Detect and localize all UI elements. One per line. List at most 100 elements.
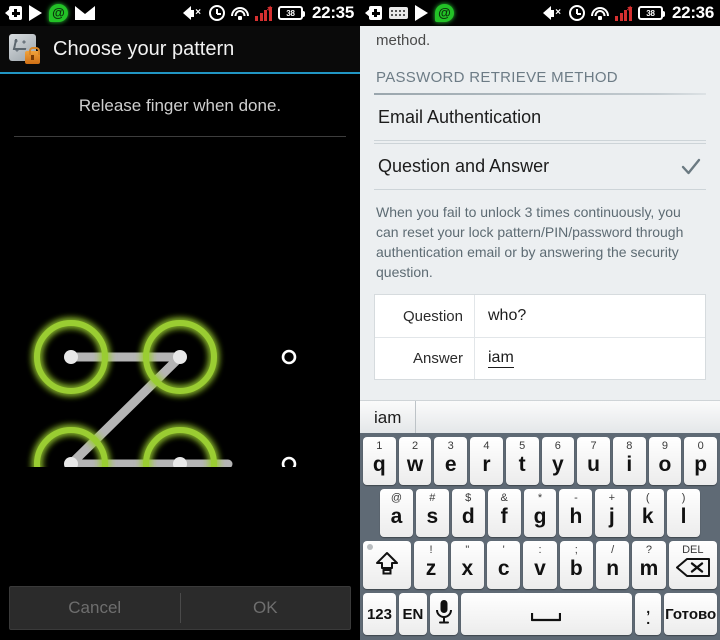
table-row[interactable]: Question who? bbox=[375, 295, 705, 337]
option-label: Question and Answer bbox=[378, 156, 550, 176]
key-alt-label: 1 bbox=[376, 440, 383, 452]
key-main-label: EN bbox=[402, 605, 424, 623]
key-i[interactable]: 8i bbox=[612, 437, 646, 485]
microphone-key[interactable] bbox=[429, 593, 458, 635]
key-main-label: p bbox=[694, 452, 708, 476]
period-label: . bbox=[646, 611, 651, 627]
key-l[interactable]: ) l bbox=[667, 489, 701, 537]
cancel-button[interactable]: Cancel bbox=[10, 587, 180, 629]
key-main-label: x bbox=[461, 556, 474, 580]
key-main-label: t bbox=[518, 452, 526, 476]
keyboard-row-3: ! z " x ' c :v ; b / n ? m DEL bbox=[363, 541, 717, 589]
pattern-lock-screen: × ✱ 38 22:35 Choose your pattern Release… bbox=[0, 0, 360, 640]
key-p[interactable]: 0p bbox=[684, 437, 718, 485]
key-main-label: v bbox=[534, 556, 546, 580]
key-main-label: f bbox=[500, 504, 508, 528]
question-answer-table: Question who? Answer iam bbox=[374, 294, 706, 380]
key-t[interactable]: 5t bbox=[505, 437, 539, 485]
pattern-grid-canvas[interactable] bbox=[0, 137, 360, 467]
key-main-label: m bbox=[639, 556, 659, 580]
shift-icon bbox=[375, 550, 399, 581]
key-w[interactable]: 2w bbox=[398, 437, 432, 485]
delete-key[interactable]: DEL bbox=[668, 541, 717, 589]
answer-label: Answer bbox=[375, 338, 475, 379]
keyboard-row-1: 1q 2w 3e 4r 5t 6y 7u 8i 9o 0p bbox=[362, 437, 718, 485]
answer-value[interactable]: iam bbox=[475, 338, 705, 379]
key-alt-label: ( bbox=[645, 492, 650, 504]
key-g[interactable]: * g bbox=[523, 489, 557, 537]
key-alt-label: 7 bbox=[590, 440, 597, 452]
key-alt-label: * bbox=[537, 492, 543, 504]
key-main-label: i bbox=[626, 452, 633, 476]
back-plus-icon bbox=[365, 6, 382, 20]
key-main-label: j bbox=[608, 504, 615, 528]
microphone-icon bbox=[435, 599, 453, 630]
keyboard-row-2: @ a # s $ d & f * g -h + j (k ) l bbox=[363, 489, 717, 537]
shift-state-dot bbox=[367, 544, 374, 550]
question-label: Question bbox=[375, 295, 475, 337]
key-d[interactable]: $ d bbox=[451, 489, 485, 537]
status-bar-clock: 22:36 bbox=[672, 3, 714, 22]
option-question-and-answer[interactable]: Question and Answer bbox=[360, 144, 720, 189]
backspace-icon bbox=[675, 557, 710, 582]
alarm-icon bbox=[569, 5, 586, 21]
key-main-label: k bbox=[641, 504, 654, 528]
settings-content: method. PASSWORD RETRIEVE METHOD Email A… bbox=[360, 26, 720, 380]
key-n[interactable]: / n bbox=[595, 541, 630, 589]
key-v[interactable]: :v bbox=[523, 541, 557, 589]
option-label: Email Authentication bbox=[378, 107, 542, 127]
pattern-instruction: Release finger when done. bbox=[78, 96, 282, 115]
key-c[interactable]: ' c bbox=[487, 541, 521, 589]
pattern-grid[interactable] bbox=[0, 137, 360, 586]
key-main-label: r bbox=[482, 452, 491, 476]
key-r[interactable]: 4r bbox=[470, 437, 503, 485]
key-z[interactable]: ! z bbox=[414, 541, 448, 589]
key-o[interactable]: 9o bbox=[648, 437, 682, 485]
key-main-label: h bbox=[569, 504, 583, 528]
key-main-label: c bbox=[497, 556, 510, 580]
key-alt-label: ? bbox=[645, 544, 653, 556]
key-f[interactable]: & f bbox=[487, 489, 521, 537]
key-a[interactable]: @ a bbox=[380, 489, 413, 537]
key-main-label: b bbox=[569, 556, 583, 580]
key-s[interactable]: # s bbox=[415, 489, 449, 537]
key-main-label: n bbox=[606, 556, 620, 580]
key-h[interactable]: -h bbox=[559, 489, 593, 537]
keyboard-icon bbox=[389, 7, 408, 19]
key-e[interactable]: 3e bbox=[434, 437, 468, 485]
suggestion-bar: iam bbox=[360, 400, 720, 433]
answer-input-text: iam bbox=[488, 349, 514, 368]
key-b[interactable]: ; b bbox=[559, 541, 593, 589]
done-key[interactable]: Готово bbox=[664, 593, 717, 635]
key-u[interactable]: 7u bbox=[577, 437, 610, 485]
shift-key[interactable] bbox=[363, 541, 412, 589]
suggestion-word[interactable]: iam bbox=[360, 401, 417, 433]
key-alt-label: ! bbox=[429, 544, 433, 556]
key-alt-label: + bbox=[608, 492, 615, 504]
key-main-label: o bbox=[658, 452, 672, 476]
option-email-authentication[interactable]: Email Authentication bbox=[360, 95, 720, 140]
key-m[interactable]: ? m bbox=[632, 541, 666, 589]
key-k[interactable]: (k bbox=[631, 489, 665, 537]
divider bbox=[374, 140, 706, 141]
numeric-mode-key[interactable]: 123 bbox=[363, 593, 396, 635]
key-main-label: 123 bbox=[366, 605, 392, 623]
key-alt-label: 8 bbox=[626, 440, 633, 452]
key-x[interactable]: " x bbox=[450, 541, 484, 589]
key-alt-label: ) bbox=[681, 492, 686, 504]
space-key[interactable] bbox=[460, 593, 632, 635]
key-q[interactable]: 1q bbox=[362, 437, 396, 485]
battery-level: 38 bbox=[286, 8, 295, 18]
punctuation-key[interactable]: , . bbox=[635, 593, 662, 635]
key-y[interactable]: 6y bbox=[541, 437, 575, 485]
key-alt-label: 0 bbox=[697, 440, 704, 452]
table-row[interactable]: Answer iam bbox=[375, 337, 705, 379]
key-alt-label: / bbox=[611, 544, 615, 556]
key-j[interactable]: + j bbox=[595, 489, 629, 537]
key-alt-label: " bbox=[465, 544, 470, 556]
question-value[interactable]: who? bbox=[475, 295, 705, 337]
checkmark-icon bbox=[680, 156, 702, 178]
language-key[interactable]: EN bbox=[398, 593, 427, 635]
ok-button[interactable]: OK bbox=[181, 587, 351, 629]
play-icon bbox=[415, 5, 428, 21]
